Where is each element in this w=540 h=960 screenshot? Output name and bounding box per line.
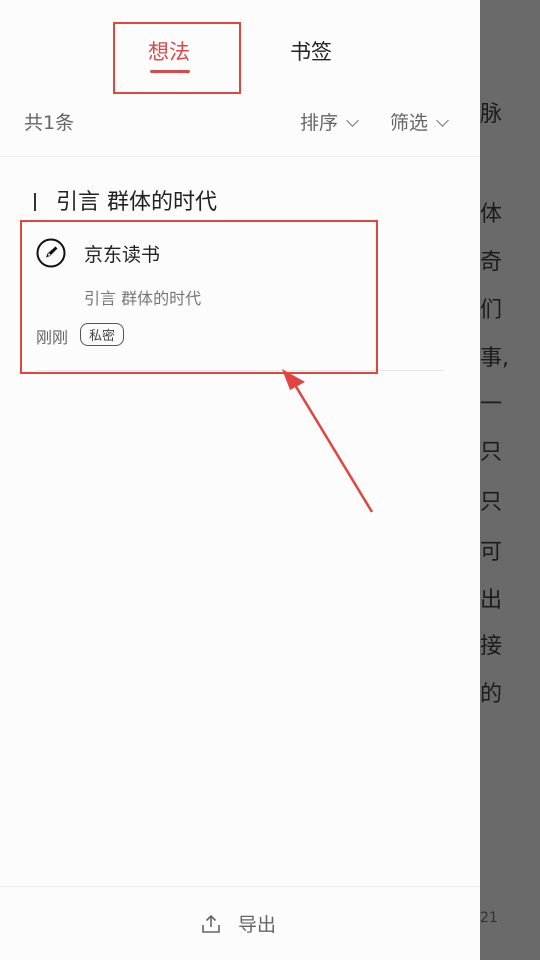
notes-panel: 想法 书签 共1条 排序 筛选 引言 群体的时代 京东读书 引言 群体的时代 刚… [0, 0, 480, 960]
reader-text: 只 [480, 490, 503, 515]
reader-text: 出 [480, 588, 503, 613]
sort-button[interactable]: 排序 [300, 108, 359, 135]
filter-button[interactable]: 筛选 [390, 108, 449, 135]
reader-text: 只 [480, 440, 503, 465]
chevron-down-icon [436, 114, 449, 127]
reader-text: 脉 [480, 102, 503, 127]
upload-icon [202, 914, 220, 933]
tab-bookmarks[interactable]: 书签 [290, 36, 332, 66]
chevron-down-icon [346, 114, 359, 127]
divider [0, 886, 480, 887]
reader-text: 接 [480, 634, 503, 659]
divider [0, 156, 480, 157]
sort-label: 排序 [300, 112, 339, 134]
reader-text: 的 [480, 682, 503, 707]
chapter-heading: 引言 群体的时代 [34, 184, 217, 216]
reader-text: 体 [480, 202, 503, 227]
reader-text: 事, [480, 346, 509, 371]
annotation-box-note [20, 220, 378, 374]
filter-label: 筛选 [390, 112, 429, 134]
chapter-title: 引言 群体的时代 [56, 190, 217, 215]
export-label: 导出 [238, 914, 277, 936]
reader-text: 奇 [480, 250, 503, 275]
export-button[interactable]: 导出 [200, 910, 276, 937]
page-number: 21 [480, 910, 498, 926]
list-toolbar: 共1条 排序 筛选 [0, 104, 480, 140]
reader-background [480, 0, 540, 960]
note-count: 共1条 [24, 112, 75, 134]
annotation-box-tab [113, 22, 241, 94]
chapter-marker [34, 193, 36, 211]
reader-text: 一 [480, 392, 503, 417]
reader-text: 们 [480, 298, 503, 323]
reader-text: 可 [480, 540, 503, 565]
